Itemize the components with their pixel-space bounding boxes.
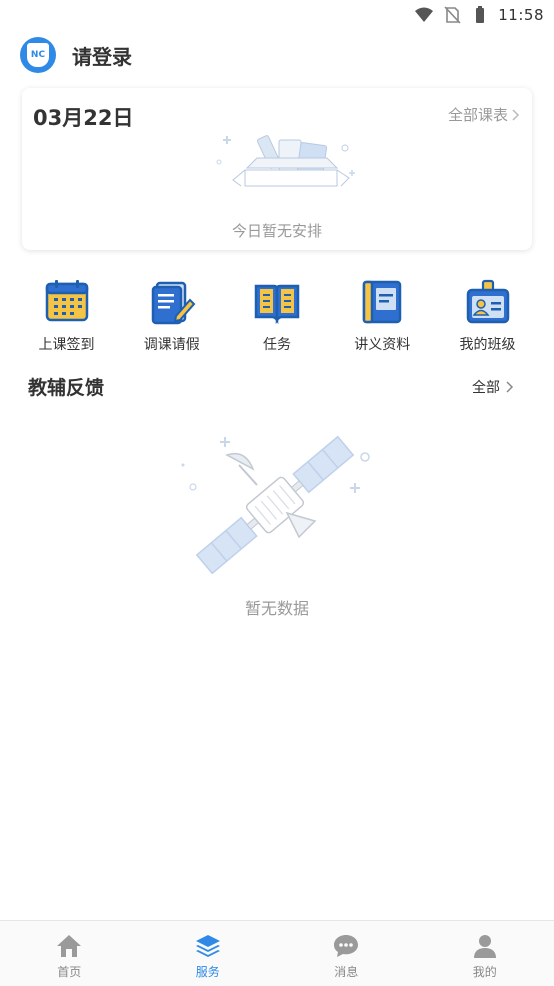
feedback-all-label: 全部 bbox=[472, 380, 500, 396]
logo-text: NC bbox=[30, 50, 46, 60]
clock: 11:58 bbox=[498, 6, 544, 24]
tab-home[interactable]: 首页 bbox=[0, 921, 139, 986]
menu-item-leave[interactable]: 调课请假 bbox=[119, 278, 224, 354]
shield-icon: NC bbox=[27, 43, 49, 67]
tab-label: 服务 bbox=[195, 965, 220, 979]
status-bar: 11:58 bbox=[0, 0, 554, 30]
calendar-checkin-icon bbox=[45, 280, 88, 322]
schedule-empty-text: 今日暂无安排 bbox=[231, 222, 322, 240]
book-task-icon bbox=[254, 284, 300, 325]
app-logo: NC bbox=[20, 37, 56, 73]
no-sim-icon bbox=[444, 6, 461, 24]
battery-icon bbox=[476, 6, 485, 23]
handout-notebook-icon bbox=[363, 280, 402, 324]
menu-label: 讲义资料 bbox=[354, 337, 411, 353]
feedback-empty-text: 暂无数据 bbox=[244, 599, 309, 618]
tab-profile[interactable]: 我的 bbox=[416, 921, 554, 986]
menu-label: 我的班级 bbox=[459, 337, 516, 353]
menu-label: 上课签到 bbox=[38, 337, 95, 353]
schedule-card: 03月22日 全部课表 今日暂无安排 bbox=[22, 88, 532, 250]
menu-item-checkin[interactable]: 上课签到 bbox=[14, 278, 119, 354]
tab-services[interactable]: 服务 bbox=[139, 921, 278, 986]
tab-messages[interactable]: 消息 bbox=[277, 921, 416, 986]
menu-item-task[interactable]: 任务 bbox=[225, 278, 330, 354]
tab-label: 消息 bbox=[334, 965, 359, 979]
menu-label: 任务 bbox=[263, 337, 291, 353]
quick-menu: 上课签到 调课请假 任务 讲义资料 我的班级 bbox=[14, 278, 540, 354]
menu-item-my-class[interactable]: 我的班级 bbox=[435, 278, 540, 354]
tab-label: 首页 bbox=[57, 965, 82, 979]
schedule-date: 03月22日 bbox=[33, 106, 134, 130]
login-link[interactable]: 请登录 bbox=[72, 41, 132, 70]
leave-request-icon bbox=[151, 281, 196, 325]
satellite-icon bbox=[181, 435, 370, 575]
home-icon bbox=[57, 935, 82, 957]
empty-box-icon bbox=[216, 135, 355, 187]
tab-label: 我的 bbox=[472, 965, 497, 979]
menu-item-handouts[interactable]: 讲义资料 bbox=[330, 278, 435, 354]
all-schedule-link[interactable]: 全部课表 bbox=[448, 104, 520, 125]
class-badge-icon bbox=[466, 279, 509, 324]
chevron-right-icon bbox=[506, 381, 514, 393]
feedback-all-link[interactable]: 全部 bbox=[472, 377, 514, 397]
app-header: NC 请登录 bbox=[20, 36, 132, 74]
layers-icon bbox=[195, 935, 220, 957]
menu-label: 调课请假 bbox=[143, 337, 200, 353]
message-icon bbox=[334, 935, 359, 957]
all-schedule-label: 全部课表 bbox=[447, 106, 508, 124]
feedback-section-title: 教辅反馈 bbox=[28, 377, 105, 399]
status-icons: 11:58 bbox=[414, 4, 544, 26]
profile-icon bbox=[473, 935, 496, 958]
wifi-icon bbox=[415, 7, 434, 22]
chevron-right-icon bbox=[512, 108, 520, 121]
bottom-tab-bar: 首页 服务 消息 我的 bbox=[0, 920, 554, 986]
